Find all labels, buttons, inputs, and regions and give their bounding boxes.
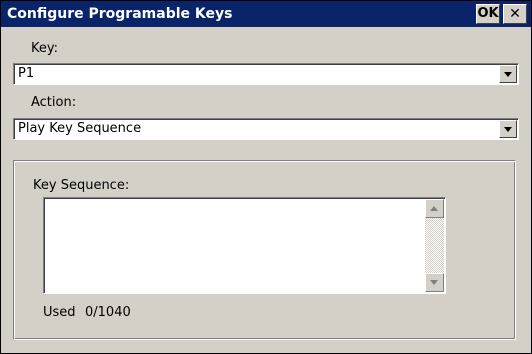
dropdown-arrow-icon[interactable]: [499, 120, 517, 138]
key-label: Key:: [31, 41, 59, 56]
action-label: Action:: [31, 95, 77, 110]
scroll-up-arrow-icon[interactable]: [425, 199, 444, 218]
window-title: Configure Programable Keys: [7, 6, 233, 22]
used-label: Used: [43, 305, 76, 320]
title-bar: Configure Programable Keys OK ✕: [1, 1, 531, 27]
close-icon[interactable]: ✕: [503, 4, 527, 24]
key-sequence-label: Key Sequence:: [33, 178, 130, 193]
used-count: 0/1040: [85, 305, 131, 320]
key-sequence-textarea[interactable]: [43, 197, 446, 294]
configure-keys-dialog: Configure Programable Keys OK ✕ Key: P1 …: [0, 0, 532, 354]
action-combobox[interactable]: Play Key Sequence: [13, 118, 519, 140]
scroll-down-arrow-icon[interactable]: [425, 273, 444, 292]
vertical-scrollbar[interactable]: [425, 199, 444, 292]
ok-button[interactable]: OK: [476, 4, 500, 24]
action-combobox-value: Play Key Sequence: [18, 121, 142, 136]
key-combobox-value: P1: [18, 66, 35, 81]
key-combobox[interactable]: P1: [13, 63, 519, 85]
dropdown-arrow-icon[interactable]: [499, 65, 517, 83]
